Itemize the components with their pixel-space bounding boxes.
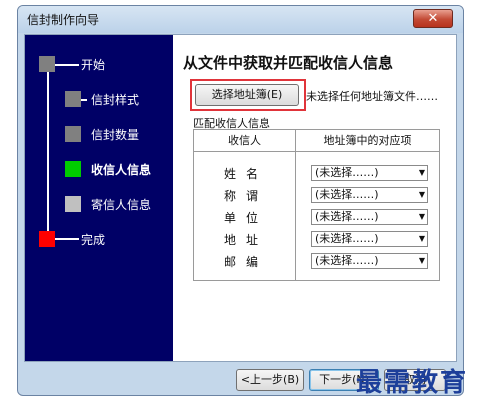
field-select-address[interactable]: (未选择……) ▼	[311, 231, 428, 247]
step-marker-start	[39, 56, 55, 72]
dropdown-arrow-icon: ▼	[418, 168, 425, 177]
window-title: 信封制作向导	[27, 13, 100, 27]
field-select-company[interactable]: (未选择……) ▼	[311, 209, 428, 225]
column-divider	[295, 130, 296, 280]
field-select-value: (未选择……)	[315, 254, 379, 267]
step-content: 从文件中获取并匹配收信人信息 选择地址簿(E) 未选择任何地址簿文件…… 匹配收…	[183, 35, 456, 361]
field-label-postcode: 邮编	[224, 255, 269, 269]
field-select-value: (未选择……)	[315, 166, 379, 179]
watermark-logo: 最需教育	[355, 368, 468, 398]
dropdown-arrow-icon: ▼	[418, 212, 425, 221]
envelope-wizard-window: 信封制作向导 ✕ 开始 信封样式 信封数量 收信人信息 寄信人信息 完成 从文件…	[17, 5, 464, 396]
choose-address-book-button[interactable]: 选择地址簿(E)	[195, 84, 299, 106]
step-label-sender: 寄信人信息	[91, 198, 152, 212]
col-header-mapping: 地址簿中的对应项	[296, 130, 439, 152]
field-label-address: 地址	[224, 233, 269, 247]
step-marker-style	[65, 91, 81, 107]
title-bar: 信封制作向导 ✕	[18, 6, 463, 33]
address-book-status: 未选择任何地址簿文件……	[306, 90, 438, 103]
step-marker-recipient	[65, 161, 81, 177]
step-marker-sender	[65, 196, 81, 212]
match-table: 收信人 地址簿中的对应项 姓名 (未选择……) ▼ 称谓 (未选择……) ▼ 单…	[193, 129, 440, 281]
step-label-style: 信封样式	[91, 93, 140, 107]
page-title: 从文件中获取并匹配收信人信息	[183, 54, 394, 72]
step-label-recipient: 收信人信息	[91, 163, 152, 177]
wizard-body: 开始 信封样式 信封数量 收信人信息 寄信人信息 完成 从文件中获取并匹配收信人…	[24, 34, 457, 362]
steps-sidebar: 开始 信封样式 信封数量 收信人信息 寄信人信息 完成	[25, 35, 173, 361]
step-marker-finish	[39, 231, 55, 247]
step-marker-count	[65, 126, 81, 142]
dropdown-arrow-icon: ▼	[418, 256, 425, 265]
field-select-postcode[interactable]: (未选择……) ▼	[311, 253, 428, 269]
prev-button[interactable]: <上一步(B)	[236, 369, 304, 391]
dropdown-arrow-icon: ▼	[418, 234, 425, 243]
step-label-count: 信封数量	[91, 128, 140, 142]
field-select-value: (未选择……)	[315, 232, 379, 245]
close-button[interactable]: ✕	[413, 9, 453, 28]
step-label-finish: 完成	[81, 233, 106, 247]
step-label-start: 开始	[81, 58, 106, 72]
field-label-company: 单位	[224, 211, 269, 225]
field-select-value: (未选择……)	[315, 210, 379, 223]
field-label-title: 称谓	[224, 189, 269, 203]
dropdown-arrow-icon: ▼	[418, 190, 425, 199]
field-select-title[interactable]: (未选择……) ▼	[311, 187, 428, 203]
field-select-name[interactable]: (未选择……) ▼	[311, 165, 428, 181]
field-select-value: (未选择……)	[315, 188, 379, 201]
close-icon: ✕	[427, 11, 439, 26]
col-header-recipient: 收信人	[194, 130, 295, 152]
step-connector-line	[47, 57, 49, 233]
field-label-name: 姓名	[224, 167, 269, 181]
